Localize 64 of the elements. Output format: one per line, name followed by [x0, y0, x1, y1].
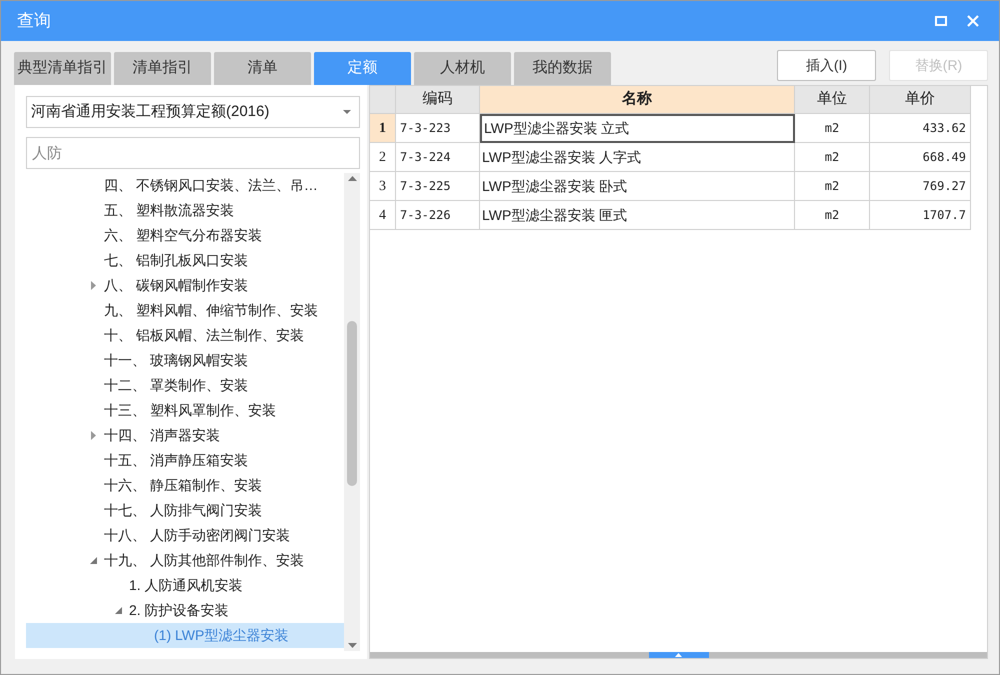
search-field[interactable]: 人防 [26, 137, 360, 169]
splitter-handle[interactable] [648, 652, 708, 658]
tree-item[interactable]: 六、 塑料空气分布器安装 [26, 223, 344, 248]
row-number[interactable]: 3 [370, 172, 396, 201]
tree-item[interactable]: 1. 人防通风机安装 [26, 573, 344, 598]
table-cell: m2 [795, 172, 870, 201]
tree-item[interactable]: 十八、 人防手动密闭阀门安装 [26, 523, 344, 548]
tree-item[interactable]: 八、 碳钢风帽制作安装 [26, 273, 344, 298]
tree-item[interactable]: 十三、 塑料风罩制作、安装 [26, 398, 344, 423]
library-select[interactable]: 河南省通用安装工程预算定额(2016) [26, 96, 360, 128]
window-title: 查询 [17, 10, 51, 32]
table-cell: LWP型滤尘器安装 卧式 [480, 172, 795, 201]
tree-item[interactable]: 十七、 人防排气阀门安装 [26, 498, 344, 523]
action-button[interactable]: 插入(I) [777, 50, 876, 81]
table-cell: m2 [795, 143, 870, 172]
scrollbar[interactable] [344, 173, 360, 651]
tree-item[interactable]: 十五、 消声静压箱安装 [26, 448, 344, 473]
tree-item[interactable]: 十、 铝板风帽、法兰制作、安装 [26, 323, 344, 348]
scroll-thumb[interactable] [347, 321, 357, 486]
close-icon[interactable] [967, 15, 979, 27]
table-cell: 769.27 [870, 172, 971, 201]
expanded-caret-icon[interactable] [90, 557, 96, 564]
row-number[interactable]: 1 [370, 114, 396, 143]
table-cell: 7-3-225 [396, 172, 480, 201]
tab[interactable]: 清单指引 [114, 52, 211, 85]
tree-item[interactable]: 四、 不锈钢风口安装、法兰、吊… [26, 173, 344, 198]
column-header[interactable]: 名称 [480, 86, 795, 114]
dropdown-caret-icon[interactable] [343, 110, 351, 114]
maximize-icon[interactable] [935, 16, 947, 26]
tree-item[interactable]: 七、 铝制孔板风口安装 [26, 248, 344, 273]
table-cell: LWP型滤尘器安装 匣式 [480, 201, 795, 230]
scroll-down-icon[interactable] [348, 643, 356, 648]
row-number[interactable]: 2 [370, 143, 396, 172]
column-header[interactable]: 单价 [870, 86, 971, 114]
column-header[interactable]: 单位 [795, 86, 870, 114]
tab[interactable]: 我的数据 [514, 52, 611, 85]
tree-item[interactable]: 十九、 人防其他部件制作、安装 [26, 548, 344, 573]
tree-item[interactable]: 九、 塑料风帽、伸缩节制作、安装 [26, 298, 344, 323]
row-number[interactable]: 4 [370, 201, 396, 230]
tab[interactable]: 人材机 [414, 52, 511, 85]
expanded-caret-icon[interactable] [114, 607, 122, 614]
tree-item[interactable]: 十一、 玻璃钢风帽安装 [26, 348, 344, 373]
tab[interactable]: 清单 [214, 52, 311, 85]
table-cell: LWP型滤尘器安装 立式 [480, 114, 795, 143]
tree-item[interactable]: 十二、 罩类制作、安装 [26, 373, 344, 398]
table-cell: LWP型滤尘器安装 人字式 [480, 143, 795, 172]
collapsed-caret-icon[interactable] [90, 431, 96, 440]
scroll-up-icon[interactable] [348, 176, 356, 181]
table-cell: 1707.7 [870, 201, 971, 230]
table-cell: 433.62 [870, 114, 971, 143]
collapsed-caret-icon[interactable] [90, 281, 96, 290]
table-cell: 668.49 [870, 143, 971, 172]
tree-item[interactable]: 五、 塑料散流器安装 [26, 198, 344, 223]
column-header[interactable]: 编码 [396, 86, 480, 114]
tree-item[interactable]: 2. 防护设备安装 [26, 598, 344, 623]
table-cell: 7-3-224 [396, 143, 480, 172]
table-cell: 7-3-226 [396, 201, 480, 230]
table-cell: m2 [795, 201, 870, 230]
tree-item[interactable]: 十六、 静压箱制作、安装 [26, 473, 344, 498]
tree-item[interactable]: 十四、 消声器安装 [26, 423, 344, 448]
splitter-bar[interactable] [370, 652, 987, 658]
tab[interactable]: 典型清单指引 [14, 52, 111, 85]
table-cell: m2 [795, 114, 870, 143]
table-cell: 7-3-223 [396, 114, 480, 143]
